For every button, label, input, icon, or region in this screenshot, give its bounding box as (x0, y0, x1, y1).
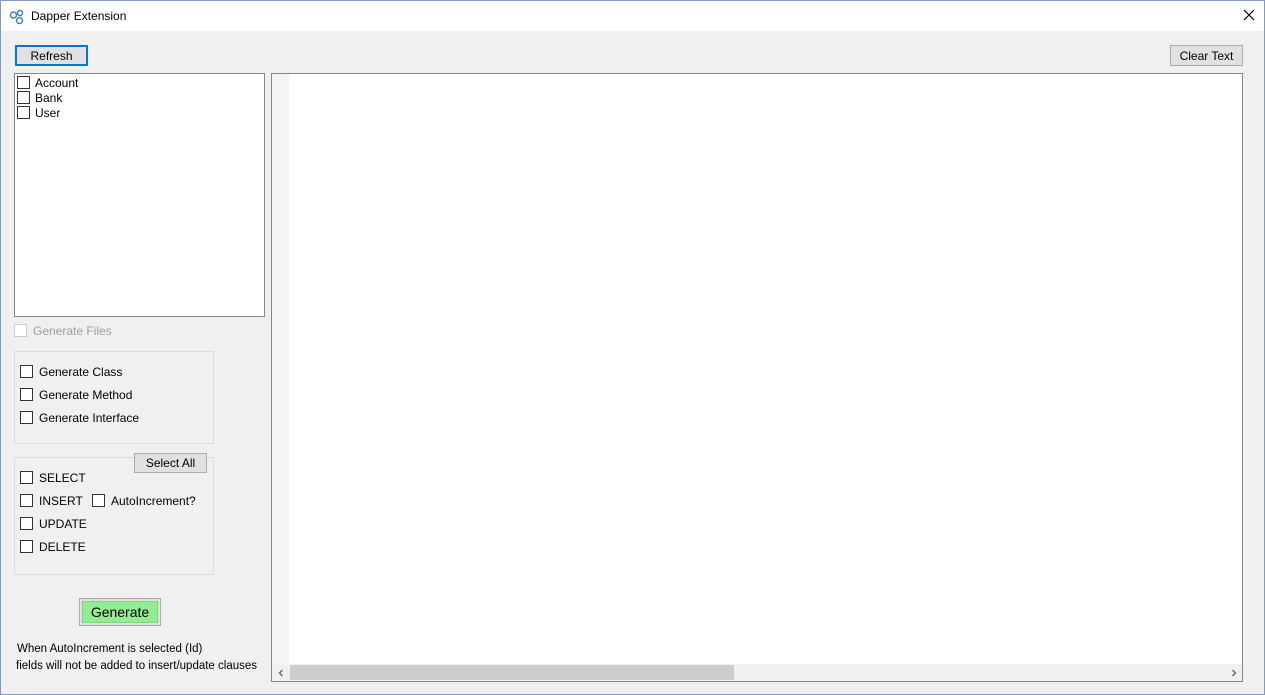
insert-checkbox[interactable] (20, 494, 33, 507)
table-item-label: User (35, 105, 61, 120)
generate-button-frame: Generate (79, 598, 161, 626)
window-title: Dapper Extension (31, 9, 127, 23)
select-option[interactable]: SELECT (20, 470, 86, 485)
close-button[interactable] (1234, 1, 1264, 31)
scroll-left-button[interactable] (272, 664, 289, 681)
autoincrement-label: AutoIncrement? (111, 493, 196, 508)
autoincrement-note-line2: fields will not be added to insert/updat… (16, 660, 258, 672)
generate-class-checkbox[interactable] (20, 365, 33, 378)
update-checkbox[interactable] (20, 517, 33, 530)
generate-method-label: Generate Method (39, 387, 133, 402)
generate-files-label: Generate Files (33, 323, 112, 338)
scroll-right-button[interactable] (1225, 664, 1242, 681)
generate-button[interactable]: Generate (82, 601, 158, 623)
generate-files-checkbox (14, 324, 27, 337)
table-account-checkbox[interactable] (17, 76, 30, 89)
generate-method-option[interactable]: Generate Method (20, 387, 132, 402)
table-bank-checkbox[interactable] (17, 91, 30, 104)
table-checklist[interactable]: Account Bank User (14, 73, 265, 317)
editor-gutter (272, 74, 289, 664)
table-user-checkbox[interactable] (17, 106, 30, 119)
title-bar: Dapper Extension (1, 1, 1264, 31)
generate-class-option[interactable]: Generate Class (20, 364, 122, 379)
autoincrement-option[interactable]: AutoIncrement? (92, 493, 196, 508)
table-item-bank[interactable]: Bank (17, 90, 62, 105)
autoincrement-note-line1: When AutoIncrement is selected (Id) (17, 643, 203, 655)
code-output-editor[interactable] (271, 73, 1243, 682)
refresh-button[interactable]: Refresh (15, 45, 88, 66)
main-window: Dapper Extension Refresh Clear Text Acco… (0, 0, 1265, 695)
delete-checkbox[interactable] (20, 540, 33, 553)
autoincrement-checkbox[interactable] (92, 494, 105, 507)
delete-option[interactable]: DELETE (20, 539, 86, 554)
select-checkbox[interactable] (20, 471, 33, 484)
generate-interface-option[interactable]: Generate Interface (20, 410, 139, 425)
delete-label: DELETE (39, 539, 86, 554)
table-item-account[interactable]: Account (17, 75, 78, 90)
chevron-right-icon (1230, 666, 1238, 680)
insert-label: INSERT (39, 493, 83, 508)
scrollbar-thumb[interactable] (290, 665, 734, 680)
table-item-label: Bank (35, 90, 63, 105)
generate-class-label: Generate Class (39, 364, 123, 379)
chevron-left-icon (277, 666, 285, 680)
generate-files-option: Generate Files (14, 323, 112, 338)
select-all-button[interactable]: Select All (134, 453, 207, 473)
horizontal-scrollbar[interactable] (272, 664, 1242, 681)
generate-method-checkbox[interactable] (20, 388, 33, 401)
close-icon (1243, 9, 1255, 24)
generate-interface-label: Generate Interface (39, 410, 140, 425)
select-label: SELECT (39, 470, 86, 485)
dapper-app-icon (9, 9, 25, 25)
clear-text-button[interactable]: Clear Text (1170, 45, 1243, 66)
insert-option[interactable]: INSERT (20, 493, 83, 508)
table-item-user[interactable]: User (17, 105, 60, 120)
generate-interface-checkbox[interactable] (20, 411, 33, 424)
update-label: UPDATE (39, 516, 87, 531)
table-item-label: Account (35, 75, 79, 90)
update-option[interactable]: UPDATE (20, 516, 87, 531)
